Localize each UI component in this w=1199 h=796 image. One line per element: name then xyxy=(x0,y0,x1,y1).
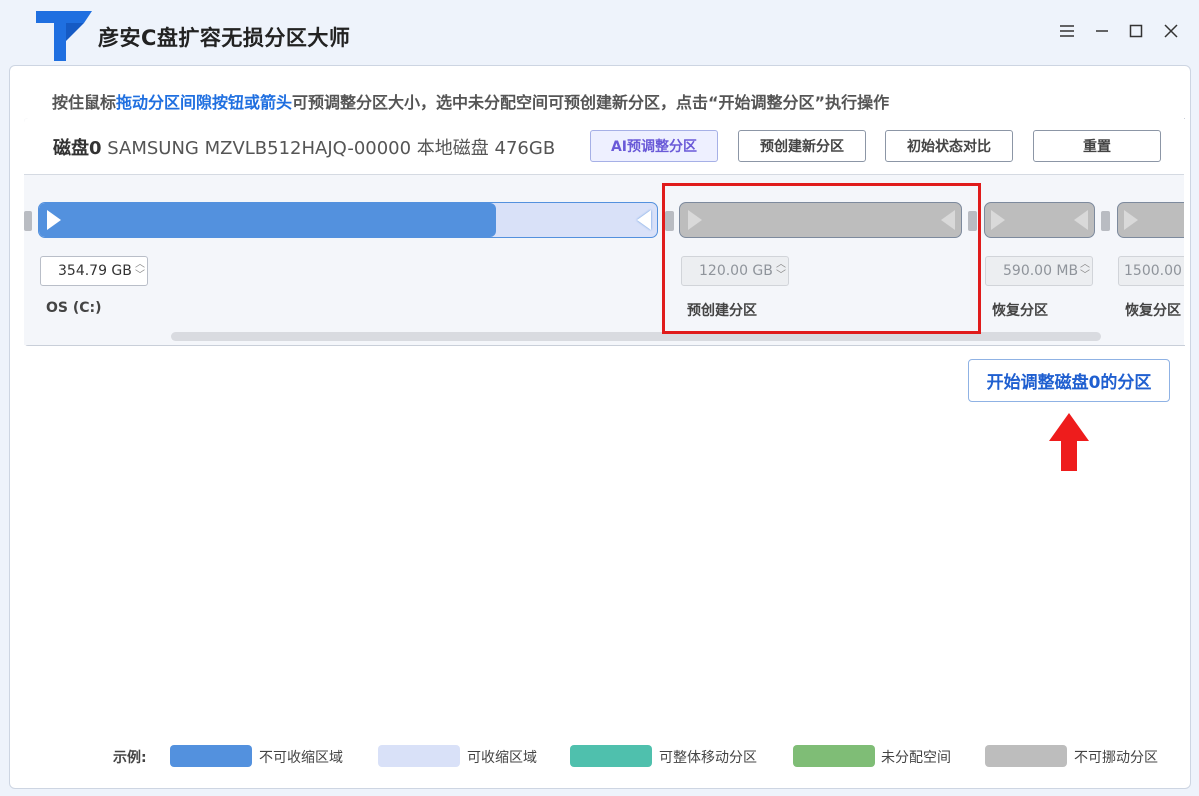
partition-label-recovery: 恢复分区 xyxy=(992,303,1048,319)
partition-gap-handle[interactable] xyxy=(1101,211,1110,231)
partition-used-area xyxy=(39,203,497,237)
partition-clip-area: 1500.00 MB 恢复分区 xyxy=(1110,195,1184,325)
partition-bar-os-c[interactable] xyxy=(38,202,658,238)
resize-left-arrow-icon xyxy=(991,210,1005,230)
legend-title: 示例: xyxy=(113,750,147,766)
menu-icon[interactable] xyxy=(1052,16,1082,46)
partition-bar-recovery-2 xyxy=(1117,202,1184,238)
partition-size-stepper-os-c[interactable]: 354.79 GB ︿ ﹀ xyxy=(40,256,148,286)
legend-label: 不可收缩区域 xyxy=(259,750,343,766)
minimize-icon[interactable] xyxy=(1087,16,1117,46)
legend-swatch-shrinkable xyxy=(378,745,460,767)
highlight-box xyxy=(662,183,981,334)
disk-title: 磁盘0 SAMSUNG MZVLB512HAJQ-00000 本地磁盘 476G… xyxy=(53,138,556,159)
reset-button[interactable]: 重置 xyxy=(1033,130,1161,162)
resize-right-arrow-icon xyxy=(1074,210,1088,230)
partition-label-recovery-2: 恢复分区 xyxy=(1125,303,1181,319)
maximize-icon[interactable] xyxy=(1121,16,1151,46)
partition-label-os-c: OS (C:) xyxy=(46,300,102,316)
resize-left-arrow-icon xyxy=(1124,210,1138,230)
resize-left-arrow-icon[interactable] xyxy=(47,210,61,230)
instruction-text: 按住鼠标拖动分区间隙按钮或箭头可预调整分区大小，选中未分配空间可预创建新分区，点… xyxy=(52,93,890,112)
stepper-arrows-icon[interactable]: ︿ ﹀ xyxy=(135,259,145,281)
ai-adjust-button[interactable]: AI预调整分区 xyxy=(590,130,718,162)
close-icon[interactable] xyxy=(1156,16,1186,46)
create-partition-button[interactable]: 预创建新分区 xyxy=(738,130,866,162)
resize-right-arrow-icon[interactable] xyxy=(637,210,651,230)
legend-swatch-movable xyxy=(570,745,652,767)
app-title: 彦安C盘扩容无损分区大师 xyxy=(98,26,351,50)
legend-swatch-unallocated xyxy=(793,745,875,767)
partition-size-stepper-recovery-2: 1500.00 MB xyxy=(1118,256,1184,286)
compare-initial-button[interactable]: 初始状态对比 xyxy=(885,130,1013,162)
start-adjust-button[interactable]: 开始调整磁盘0的分区 xyxy=(968,359,1170,402)
partition-bar-recovery xyxy=(984,202,1095,238)
partition-gap-handle[interactable] xyxy=(24,211,32,231)
stepper-arrows-icon: ︿ ﹀ xyxy=(1080,259,1090,281)
legend-swatch-immovable xyxy=(985,745,1067,767)
legend-label: 未分配空间 xyxy=(881,750,951,766)
partition-size-stepper-recovery: 590.00 MB ︿ ﹀ xyxy=(985,256,1093,286)
legend-swatch-non-shrinkable xyxy=(170,745,252,767)
red-up-arrow-icon xyxy=(1049,413,1089,471)
app-logo xyxy=(36,11,92,61)
legend-label: 可收缩区域 xyxy=(467,750,537,766)
legend-label: 可整体移动分区 xyxy=(659,750,757,766)
legend-label: 不可挪动分区 xyxy=(1074,750,1158,766)
